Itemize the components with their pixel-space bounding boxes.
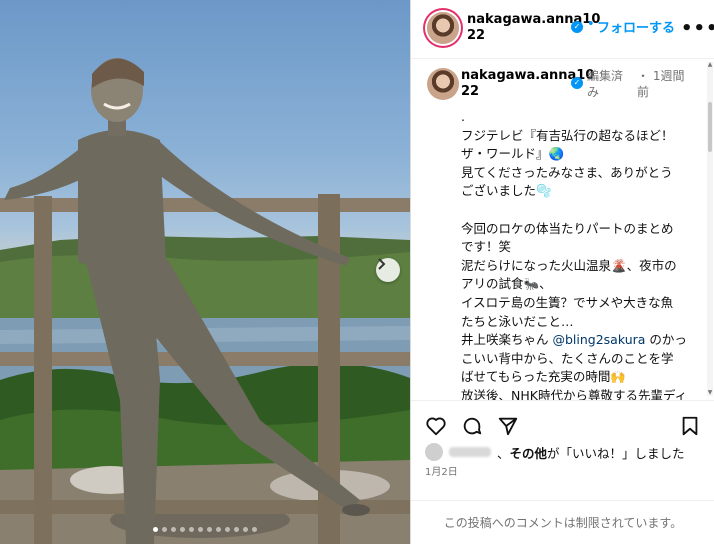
caption-line: たちと泳いだこと… [461,313,574,329]
liker-avatar [425,443,443,461]
likes-others-label[interactable]: その他 [510,443,548,462]
photo-scene [0,58,410,544]
scroll-up-arrow-icon[interactable]: ▲ [707,62,713,68]
carousel-dot [216,527,221,532]
scroll-down-arrow-icon[interactable]: ▼ [707,390,713,396]
caption-author-line1: nakagawa.anna10 [461,68,595,83]
verified-badge-icon: ✓ [571,21,583,33]
caption-author-link[interactable]: nakagawa.anna10 22 [461,68,595,100]
edited-label: 編集済 み [587,68,637,100]
edited-line2: み [587,85,600,99]
likes-comma: 、 [497,445,510,461]
caption-line: ございました🫧 [461,183,552,199]
mention-suffix: のかっ [645,332,687,348]
carousel-dot [225,527,230,532]
caption-line: です！笑 [461,239,512,255]
carousel-dot [234,527,239,532]
author-username-link[interactable]: nakagawa.anna10 22 [467,12,601,44]
author-avatar[interactable] [427,12,459,44]
carousel-dot [207,527,212,532]
caption-line: フジテレビ『有吉弘行の超なるほど！ [461,127,674,143]
caption-line: アリの試食🐜、 [461,276,552,292]
author-username-line1: nakagawa.anna10 [467,12,601,27]
caption-author-avatar[interactable] [427,68,459,100]
post-header: nakagawa.anna10 22 ✓ • フォローする ••• [411,0,714,59]
heart-icon[interactable] [425,415,447,437]
author-username-line2: 22 [467,28,486,43]
caption-verified-badge-icon: ✓ [571,77,583,89]
post-time[interactable]: ・ 1週間 前 [637,68,699,100]
caption-section: nakagawa.anna10 22 ✓ 編集済 み ・ 1週間 前 . フジテレ… [411,58,707,400]
post-photo[interactable] [0,0,410,544]
carousel-dot [171,527,176,532]
comments-disabled-notice: この投稿へのコメントは制限されています。 [411,500,714,545]
caption-line: ばせてもらった充実の時間🙌 [461,369,626,385]
caption-line: イスロテ島の生簀？でサメや大きな魚 [461,294,674,310]
carousel-indicator [0,527,410,532]
follow-dot: • [587,17,595,32]
caption-line: 今回のロケの体当たりパートのまとめ [461,220,674,236]
time-line2: 前 [637,85,650,99]
mention-link[interactable]: @bling2sakura [552,332,645,347]
post-side-panel: nakagawa.anna10 22 ✓ • フォローする ••• nakaga… [410,0,714,544]
time-line1: ・ 1週間 [637,69,685,83]
more-options-icon[interactable]: ••• [681,18,714,39]
bookmark-icon[interactable] [679,415,701,437]
caption-line: 見てくださったみなさま、ありがとう [461,164,673,180]
caption-line [461,201,697,220]
send-icon[interactable] [497,415,519,437]
post-date[interactable]: 1月2日 [425,463,458,478]
caption-line: 井上咲楽ちゃん @bling2sakura のかっ [461,332,687,348]
carousel-dot [252,527,257,532]
scrollbar-thumb[interactable] [708,102,712,152]
caption-line: こいい背中から、たくさんのことを学 [461,350,674,366]
comment-icon[interactable] [461,415,483,437]
caption-line: 泥だらけになった火山温泉🌋、夜市の [461,257,677,273]
caption-line: 放送後、NHK時代から尊敬する先輩ディ [461,387,688,400]
carousel-dot [189,527,194,532]
carousel-dot [243,527,248,532]
liker-name-blurred [449,447,491,457]
chevron-right-icon [378,258,386,270]
caption-scrollbar[interactable]: ▲ ▼ [707,62,713,396]
caption-line: . [461,109,465,124]
carousel-dot [162,527,167,532]
carousel-dot [198,527,203,532]
likes-summary[interactable]: 、 その他 が「いいね！」しました [425,442,705,462]
carousel-dot [153,527,158,532]
carousel-next-button[interactable] [376,258,400,282]
likes-text: が「いいね！」しました [547,445,685,461]
caption-text: . フジテレビ『有吉弘行の超なるほど！ ザ・ワールド』🌏 見てくださったみなさま、あり… [461,108,697,400]
caption-author-line2: 22 [461,84,480,99]
edited-line1: 編集済 [587,69,624,83]
follow-button[interactable]: フォローする [597,17,675,36]
carousel-dot [180,527,185,532]
caption-line: ザ・ワールド』🌏 [461,146,565,162]
